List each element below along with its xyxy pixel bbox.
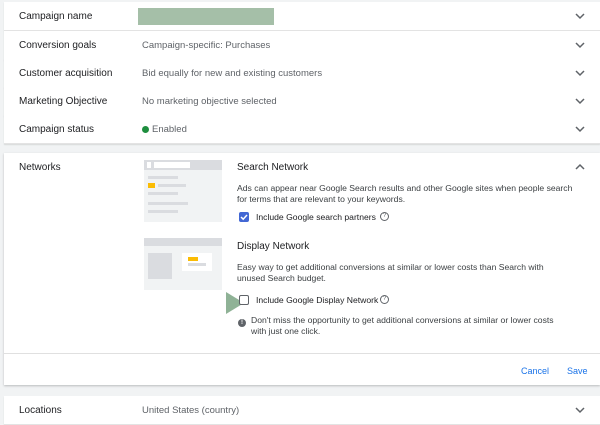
- info-icon: !: [238, 319, 246, 327]
- chevron-down-icon[interactable]: [574, 39, 586, 51]
- row-marketing-objective[interactable]: Marketing Objective No marketing objecti…: [4, 87, 600, 116]
- row-value: No marketing objective selected: [142, 96, 277, 107]
- display-network-info: Don't miss the opportunity to get additi…: [251, 315, 554, 337]
- chevron-down-icon[interactable]: [574, 123, 586, 135]
- row-label: Marketing Objective: [19, 96, 108, 107]
- info-line: Don't miss the opportunity to get additi…: [251, 315, 554, 325]
- search-partners-label: Include Google search partners: [256, 212, 376, 222]
- search-partners-option[interactable]: Include Google search partners ?: [239, 211, 399, 223]
- status-text: Enabled: [152, 124, 187, 135]
- status-dot-icon: [142, 125, 149, 133]
- networks-panel: Networks Search Network Ads can appear n…: [4, 153, 600, 385]
- display-network-option[interactable]: Include Google Display Network ?: [239, 294, 399, 306]
- campaign-name-redacted: [138, 8, 274, 25]
- help-circle-icon[interactable]: ?: [380, 295, 389, 304]
- row-label: Conversion goals: [19, 40, 97, 51]
- display-network-checkbox[interactable]: [239, 295, 249, 305]
- row-customer-acquisition[interactable]: Customer acquisition Bid equally for new…: [4, 59, 600, 88]
- search-network-illustration: [144, 160, 222, 222]
- cancel-button[interactable]: Cancel: [521, 366, 549, 376]
- row-label: Customer acquisition: [19, 68, 113, 79]
- row-locations[interactable]: Locations United States (country): [4, 396, 600, 425]
- row-campaign-status[interactable]: Campaign status Enabled: [4, 115, 600, 144]
- display-network-label: Include Google Display Network: [256, 295, 379, 305]
- row-conversion-goals[interactable]: Conversion goals Campaign-specific: Purc…: [4, 31, 600, 60]
- save-button[interactable]: Save: [567, 366, 588, 376]
- display-network-title: Display Network: [237, 241, 310, 252]
- row-label: Campaign status: [19, 124, 95, 135]
- search-partners-checkbox[interactable]: [239, 212, 249, 222]
- chevron-up-icon[interactable]: [574, 161, 586, 173]
- divider: [4, 353, 600, 354]
- display-network-description: Easy way to get additional conversions a…: [237, 262, 544, 284]
- info-line: with just one click.: [251, 326, 321, 336]
- display-network-illustration: [144, 238, 222, 290]
- search-network-title: Search Network: [237, 162, 309, 173]
- description-line: for terms that are relevant to your keyw…: [237, 194, 406, 204]
- chevron-down-icon[interactable]: [574, 10, 586, 22]
- row-value: Bid equally for new and existing custome…: [142, 68, 323, 79]
- row-value: Enabled: [142, 124, 187, 135]
- networks-label: Networks: [19, 162, 61, 173]
- chevron-down-icon[interactable]: [574, 95, 586, 107]
- help-circle-icon[interactable]: ?: [380, 212, 389, 221]
- description-line: unused Search budget.: [237, 273, 326, 283]
- row-value: United States (country): [142, 405, 240, 416]
- search-network-description: Ads can appear near Google Search result…: [237, 183, 572, 205]
- row-label: Locations: [19, 405, 62, 416]
- row-label: Campaign name: [19, 11, 93, 22]
- chevron-down-icon[interactable]: [574, 67, 586, 79]
- description-line: Easy way to get additional conversions a…: [237, 262, 544, 272]
- row-value: Campaign-specific: Purchases: [142, 40, 271, 51]
- row-campaign-name[interactable]: Campaign name: [4, 2, 600, 31]
- chevron-down-icon[interactable]: [574, 404, 586, 416]
- description-line: Ads can appear near Google Search result…: [237, 183, 573, 193]
